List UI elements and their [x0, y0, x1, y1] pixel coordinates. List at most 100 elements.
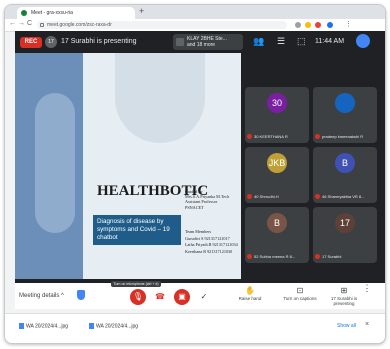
- my-avatar[interactable]: [356, 34, 370, 48]
- mic-off-icon: 🎙: [132, 292, 144, 301]
- team-line: Keerthana R 921317121030: [185, 248, 233, 254]
- participant-name: 40 Shrrudhi.H: [254, 193, 279, 199]
- screen-share-icon: [176, 38, 184, 46]
- participant-name-row: pradeep kmeenakshi R: [315, 134, 375, 139]
- participant-name-row: 46 Sharmyaktha VR 8...: [315, 194, 375, 199]
- show-all-downloads-link[interactable]: Show all: [337, 323, 356, 329]
- mic-off-icon: [247, 194, 252, 199]
- browser-tab[interactable]: Meet - gra-xxsu-ria: [17, 7, 135, 19]
- download-name: WA 20/2024/4...jpg: [26, 323, 69, 330]
- participant-name: 17 Surabhi: [322, 253, 342, 259]
- download-item[interactable]: WA 20/2024/4...jpg: [19, 323, 68, 329]
- participant-name-row: 52 Subha meena R 8...: [247, 254, 307, 259]
- hangup-button[interactable]: ☎: [152, 289, 168, 305]
- chevron-up-icon: ^: [61, 293, 64, 299]
- presenter-avatar: 17: [45, 36, 57, 48]
- mic-off-icon: [247, 134, 252, 139]
- participant-name-row: 30 KEERTHANA R: [247, 134, 307, 139]
- meet-control-bar: Meeting details ^ Turn on microphone (ct…: [15, 281, 385, 309]
- file-icon: [19, 323, 24, 329]
- activities-icon[interactable]: ⬚: [297, 36, 306, 47]
- guide-line: PSNACET: [185, 204, 204, 210]
- participant-avatar: B: [267, 213, 287, 233]
- people-icon[interactable]: 👥: [253, 36, 264, 47]
- mic-off-icon: [247, 254, 252, 259]
- participant-avatar: B: [335, 153, 355, 173]
- others-sub: and 18 more: [187, 42, 216, 48]
- participant-name: 52 Subha meena R 8...: [254, 253, 296, 259]
- meeting-details-label: Meeting details: [19, 293, 60, 299]
- browser-menu-icon[interactable]: ⋮: [345, 20, 352, 28]
- participant-avatar: 17: [335, 213, 355, 233]
- hand-icon: ✋: [245, 286, 255, 295]
- meeting-clock: 11:44 AM: [315, 38, 345, 45]
- camera-toggle-button[interactable]: ▣: [174, 289, 190, 305]
- shield-icon[interactable]: [77, 290, 85, 300]
- download-name: WA 20/2024/4...jpg: [96, 323, 139, 330]
- participant-tile[interactable]: B 46 Sharmyaktha VR 8...: [313, 147, 377, 203]
- extension-icon[interactable]: [315, 22, 321, 28]
- check-icon[interactable]: ✓: [196, 289, 212, 305]
- chat-icon[interactable]: ☰: [277, 36, 285, 47]
- extension-icon[interactable]: [305, 22, 311, 28]
- slide-image-accent: [35, 93, 75, 233]
- tab-title: Meet - gra-xxsu-ria: [31, 10, 73, 16]
- raise-hand-button[interactable]: ✋ Raise hand: [227, 286, 273, 301]
- captions-button[interactable]: ⊡ Turn on captions: [277, 286, 323, 301]
- hangup-icon: ☎: [155, 292, 165, 301]
- downloads-bar: WA 20/2024/4...jpg WA 20/2024/4...jpg Sh…: [5, 313, 385, 343]
- mic-off-icon: [315, 254, 320, 259]
- mic-toggle-button[interactable]: 🎙: [130, 289, 146, 305]
- participant-tile[interactable]: 17 17 Surabhi: [313, 207, 377, 263]
- download-item[interactable]: WA 20/2024/4...jpg: [89, 323, 138, 329]
- extension-icon[interactable]: [295, 22, 301, 28]
- file-icon: [89, 323, 94, 329]
- presenting-label: 17 Surabhi is presenting: [330, 296, 358, 306]
- participant-avatar: [335, 93, 355, 113]
- recording-badge: REC: [20, 37, 42, 48]
- participant-name: 46 Sharmyaktha VR 8...: [322, 193, 365, 199]
- participant-name-row: 17 Surabhi: [315, 254, 375, 259]
- participant-tile[interactable]: JKB 40 Shrrudhi.H: [245, 147, 309, 203]
- screenshot-frame: Meet - gra-xxsu-ria + ← → C meet.google.…: [4, 4, 386, 344]
- mic-off-icon: [315, 194, 320, 199]
- meet-top-bar: REC 17 17 Surabhi is presenting KLAY 2BH…: [15, 31, 385, 53]
- participant-name: 30 KEERTHANA R: [254, 133, 288, 139]
- slide-doctor-image: [115, 53, 205, 143]
- participant-tile[interactable]: pradeep kmeenakshi R: [313, 87, 377, 143]
- others-presenting-chip[interactable]: KLAY 2BHE Ste... and 18 more: [173, 34, 243, 50]
- meeting-details-button[interactable]: Meeting details ^: [19, 293, 64, 299]
- mic-tooltip: Turn on microphone (ctrl + d): [111, 281, 161, 287]
- participant-name: pradeep kmeenakshi R: [322, 133, 364, 139]
- participant-tile[interactable]: B 52 Subha meena R 8...: [245, 207, 309, 263]
- participant-grid: 30 30 KEERTHANA R pradeep kmeenakshi R J…: [245, 87, 381, 283]
- participant-name-row: 40 Shrrudhi.H: [247, 194, 307, 199]
- browser-tabstrip: Meet - gra-xxsu-ria +: [5, 5, 385, 19]
- slide-team: Team Members Gurudivi S 921317121017 Lat…: [185, 229, 241, 255]
- new-tab-button[interactable]: +: [139, 6, 144, 16]
- slide-guide: Guided by Mrs.S.A.Priyanka M.Tech Assist…: [185, 189, 241, 210]
- profile-icon[interactable]: [327, 22, 333, 28]
- meet-favicon-icon: [21, 10, 27, 16]
- participant-avatar: 30: [267, 93, 287, 113]
- more-options-icon[interactable]: ⋮: [357, 284, 377, 293]
- participant-tile[interactable]: 30 30 KEERTHANA R: [245, 87, 309, 143]
- captions-icon: ⊡: [296, 286, 304, 295]
- back-icon[interactable]: ←: [9, 20, 16, 27]
- mic-off-icon: [315, 134, 320, 139]
- slide-subtitle-box: Diagnosis of disease by symptoms and Cov…: [93, 215, 181, 245]
- presentation-slide: HEALTHBOTIC Guided by Mrs.S.A.Priyanka M…: [15, 53, 241, 279]
- camera-off-icon: ▣: [178, 292, 186, 301]
- close-downloads-icon[interactable]: ×: [365, 321, 369, 328]
- captions-label: Turn on captions: [283, 296, 317, 301]
- reload-icon[interactable]: C: [27, 20, 32, 27]
- team-line: Latha Priyadi.R 921317121034: [185, 242, 238, 247]
- forward-icon[interactable]: →: [18, 20, 25, 27]
- meet-window: REC 17 17 Surabhi is presenting KLAY 2BH…: [15, 31, 385, 309]
- lock-icon: [40, 23, 44, 27]
- url-text: meet.google.com/zsc-raxa-dr: [47, 22, 112, 28]
- url-input[interactable]: meet.google.com/zsc-raxa-dr: [37, 21, 287, 29]
- raise-hand-label: Raise hand: [238, 296, 262, 301]
- participant-avatar: JKB: [267, 153, 287, 173]
- presenting-text: 17 Surabhi is presenting: [61, 38, 137, 45]
